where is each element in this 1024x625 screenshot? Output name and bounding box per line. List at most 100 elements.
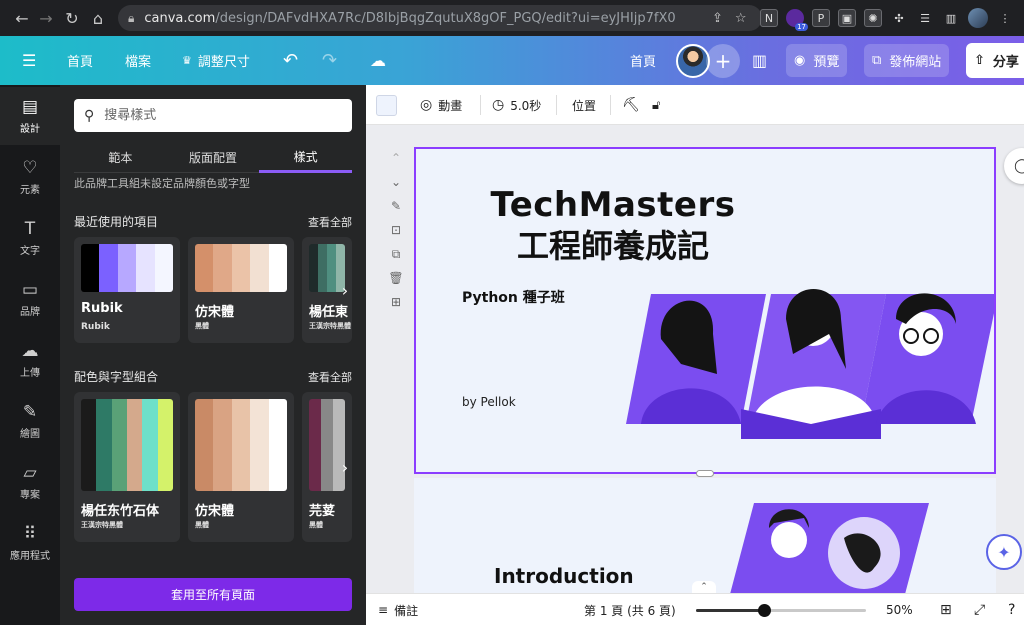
tab-templates[interactable]: 範本 [74, 143, 167, 173]
home-icon[interactable]: ⌂ [84, 4, 112, 32]
context-toolbar: ◎ 動畫 ◷ 5.0秒 位置 ⛏ 🔓︎ [366, 85, 1024, 125]
rail-upload[interactable]: ☁ 上傳 [0, 331, 60, 389]
rail-elements[interactable]: ♡ 元素 [0, 148, 60, 206]
cloud-sync-icon[interactable]: ☁ [370, 36, 386, 85]
notion-extension-icon[interactable]: N [760, 9, 778, 27]
magic-sparkle-icon[interactable]: ✦ [986, 534, 1022, 570]
home-right-link[interactable]: 首頁 [630, 36, 656, 85]
address-bar[interactable]: 🔒︎ canva.com/design/DAFvdHXA7Rc/D8IbjBqg… [118, 5, 762, 31]
background-color-swatch[interactable] [376, 95, 397, 116]
slide-2-title[interactable]: Introduction [494, 564, 634, 588]
add-page-icon[interactable]: ⊞ [391, 294, 401, 310]
resize-label: 調整尺寸 [197, 55, 250, 70]
page-indicator[interactable]: 第 1 頁 (共 6 頁) [584, 594, 676, 625]
recent-style-card[interactable]: 仿宋體 黑體 [188, 237, 294, 343]
resize-button[interactable]: ♛ 調整尺寸 [182, 36, 250, 85]
bookmark-star-icon[interactable]: ☆ [735, 11, 747, 26]
chevron-up-icon[interactable]: ⌃ [391, 150, 401, 166]
design-icon: ▤ [21, 96, 39, 117]
notes-button[interactable]: ≡ 備註 [378, 594, 418, 625]
tab-layouts[interactable]: 版面配置 [166, 143, 260, 173]
rail-draw[interactable]: ✎ 繪圖 [0, 392, 60, 450]
color-swatch [117, 244, 137, 292]
lock-icon[interactable]: 🔓︎ [652, 85, 660, 125]
slide-author[interactable]: by Pellok [462, 395, 516, 409]
grid-view-icon[interactable]: ⊞ [940, 594, 952, 625]
slide-title-en[interactable]: TechMasters [488, 185, 738, 225]
share-button[interactable]: ⇧ 分享 [966, 43, 1024, 78]
rail-brand[interactable]: ▭ 品牌 [0, 270, 60, 328]
home-link[interactable]: 首頁 [67, 36, 93, 85]
sidebar-toggle-icon[interactable]: ▥ [942, 9, 960, 27]
slide-2[interactable]: Introduction [414, 478, 996, 598]
profile-avatar[interactable] [968, 8, 988, 28]
apply-all-pages-button[interactable]: 套用至所有頁面 [74, 578, 352, 611]
chevron-up-tab-icon[interactable]: ⌃ [692, 581, 716, 593]
hamburger-menu-icon[interactable]: ☰ [22, 36, 36, 85]
publish-website-button[interactable]: ⧉ 發佈網站 [864, 44, 950, 77]
website-icon: ⧉ [872, 53, 882, 68]
forward-arrow-icon[interactable]: → [32, 4, 60, 32]
editor-header: ☰ 首頁 檔案 ♛ 調整尺寸 ↶ ↷ ☁ 首頁 + ▥ ◉ 預覽 ⧉ 發佈網站 … [0, 36, 1024, 85]
extension-badge-icon[interactable]: 17 [786, 9, 808, 31]
slide-1[interactable]: TechMasters 工程師養成記 Python 種子班 by Pellok [414, 147, 996, 474]
calendar-extension-icon[interactable]: ▣ [838, 9, 856, 27]
color-swatch [195, 399, 214, 491]
undo-icon[interactable]: ↶ [283, 36, 298, 85]
font-body: 黑體 [195, 322, 209, 330]
chevron-down-icon[interactable]: ⌄ [391, 174, 401, 190]
rail-projects[interactable]: ▱ 專案 [0, 453, 60, 511]
notes-edit-icon[interactable]: ✎ [391, 198, 401, 214]
extensions-puzzle-icon[interactable]: ✣ [890, 9, 908, 27]
combo-style-card[interactable]: 楊任东竹石体 王漢宗特黑體 [74, 392, 180, 542]
animate-button[interactable]: ◎ 動畫 [420, 85, 462, 125]
zoom-slider-knob[interactable] [758, 604, 771, 617]
share-page-icon[interactable]: ⇪ [712, 11, 723, 26]
preview-label: 預覽 [813, 55, 840, 70]
search-input[interactable] [104, 108, 325, 123]
rail-apps[interactable]: ⠿ 應用程式 [0, 514, 60, 572]
file-menu[interactable]: 檔案 [125, 36, 151, 85]
search-box[interactable]: ⚲ [74, 99, 352, 132]
redo-icon[interactable]: ↷ [322, 36, 337, 85]
combo-see-all-link[interactable]: 查看全部 [308, 369, 352, 385]
fullscreen-icon[interactable]: ⤢ [974, 594, 985, 625]
color-swatch [309, 399, 321, 491]
position-button[interactable]: 位置 [572, 85, 596, 125]
preview-button[interactable]: ◉ 預覽 [786, 44, 848, 77]
rail-design[interactable]: ▤ 設計 [0, 87, 60, 145]
lock-page-icon[interactable]: ⊡ [391, 222, 401, 238]
woman-illustration[interactable] [714, 498, 954, 598]
folder-icon: ▱ [23, 462, 37, 483]
p-extension-icon[interactable]: P [812, 9, 830, 27]
trash-icon[interactable]: 🗑︎ [388, 270, 403, 286]
help-icon[interactable]: ? [1008, 594, 1015, 625]
chevron-right-icon[interactable]: › [338, 457, 352, 477]
recent-style-card[interactable]: Rubik Rubik [74, 237, 180, 343]
zoom-level[interactable]: 50% [886, 594, 913, 625]
slide-subtitle[interactable]: Python 種子班 [462, 287, 565, 307]
insights-chart-icon[interactable]: ▥ [752, 36, 767, 85]
animate-icon: ◎ [420, 97, 433, 113]
recent-see-all-link[interactable]: 查看全部 [308, 214, 352, 230]
page-resize-handle[interactable] [696, 470, 714, 477]
duration-button[interactable]: ◷ 5.0秒 [492, 85, 541, 125]
chevron-right-icon[interactable]: › [338, 280, 352, 300]
reload-icon[interactable]: ↻ [58, 4, 86, 32]
media-queue-icon[interactable]: ☰ [916, 9, 934, 27]
zoom-slider[interactable] [696, 604, 866, 617]
tab-styles[interactable]: 樣式 [259, 143, 353, 173]
paint-roller-icon[interactable]: ⛏ [622, 85, 640, 125]
combo-style-card[interactable]: 仿宋體 黑體 [188, 392, 294, 542]
user-avatar[interactable] [676, 44, 710, 78]
elements-icon: ♡ [22, 157, 38, 178]
color-swatch [250, 244, 269, 292]
clock-icon: ◷ [492, 97, 505, 113]
duplicate-page-icon[interactable]: ⧉ [392, 246, 401, 262]
people-reading-illustration[interactable] [621, 274, 996, 444]
openai-extension-icon[interactable]: ✺ [864, 9, 882, 27]
rail-text[interactable]: T 文字 [0, 209, 60, 267]
invite-plus-icon[interactable]: + [706, 44, 740, 78]
more-menu-icon[interactable]: ⋮ [996, 9, 1014, 27]
slide-title-zh[interactable]: 工程師養成記 [488, 221, 738, 267]
